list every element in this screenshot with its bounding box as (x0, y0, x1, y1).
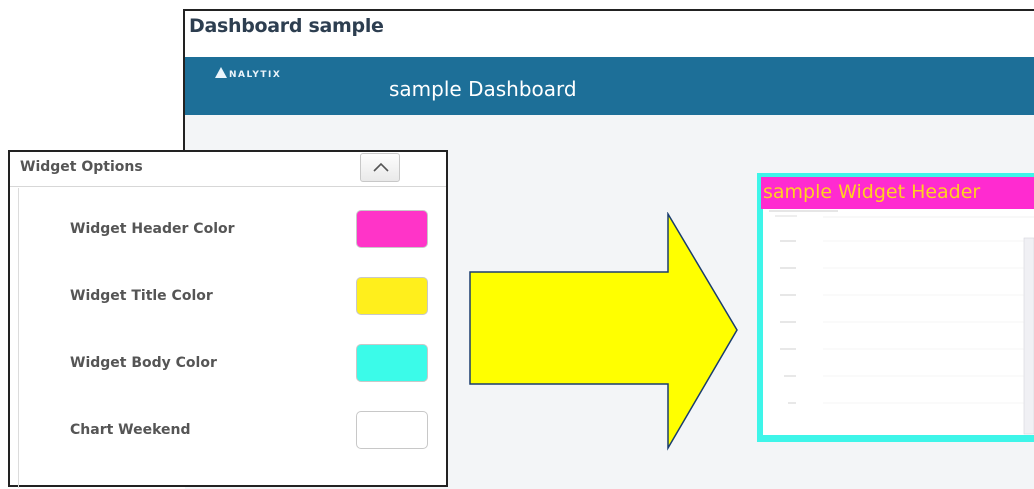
widget-options-panel: Widget Options Widget Header Color Widge… (8, 150, 448, 488)
chevron-up-icon (373, 162, 389, 172)
option-row-title-color: Widget Title Color (19, 277, 439, 317)
options-list: Widget Header Color Widget Title Color W… (18, 188, 439, 488)
option-row-chart-weekend: Chart Weekend (19, 411, 439, 451)
widget-preview-header: sample Widget Header (761, 177, 1034, 209)
option-row-header-color: Widget Header Color (19, 210, 439, 250)
dashboard-header: NALYTIX sample Dashboard (185, 57, 1034, 115)
widget-preview: sample Widget Header (757, 173, 1034, 442)
body-color-swatch[interactable] (356, 344, 428, 382)
collapse-button[interactable] (360, 153, 400, 182)
option-label: Widget Body Color (70, 355, 217, 371)
chart-weekend-swatch[interactable] (356, 411, 428, 449)
logo-a-icon (215, 67, 227, 78)
logo-text: NALYTIX (229, 70, 282, 80)
widget-preview-title: sample Widget Header (763, 181, 981, 203)
panel-title: Widget Options (20, 159, 143, 175)
header-color-swatch[interactable] (356, 210, 428, 248)
preview-chart-thumbnail (763, 209, 1034, 435)
title-color-swatch[interactable] (356, 277, 428, 315)
analytix-logo[interactable]: NALYTIX (215, 67, 281, 80)
option-row-body-color: Widget Body Color (19, 344, 439, 384)
right-arrow-icon (469, 212, 738, 451)
option-label: Chart Weekend (70, 422, 191, 438)
window-title: Dashboard sample (189, 15, 384, 37)
option-label: Widget Header Color (70, 221, 235, 237)
widget-preview-body (763, 209, 1034, 435)
panel-header: Widget Options (10, 152, 446, 187)
option-label: Widget Title Color (70, 288, 213, 304)
dashboard-title: sample Dashboard (389, 77, 577, 101)
